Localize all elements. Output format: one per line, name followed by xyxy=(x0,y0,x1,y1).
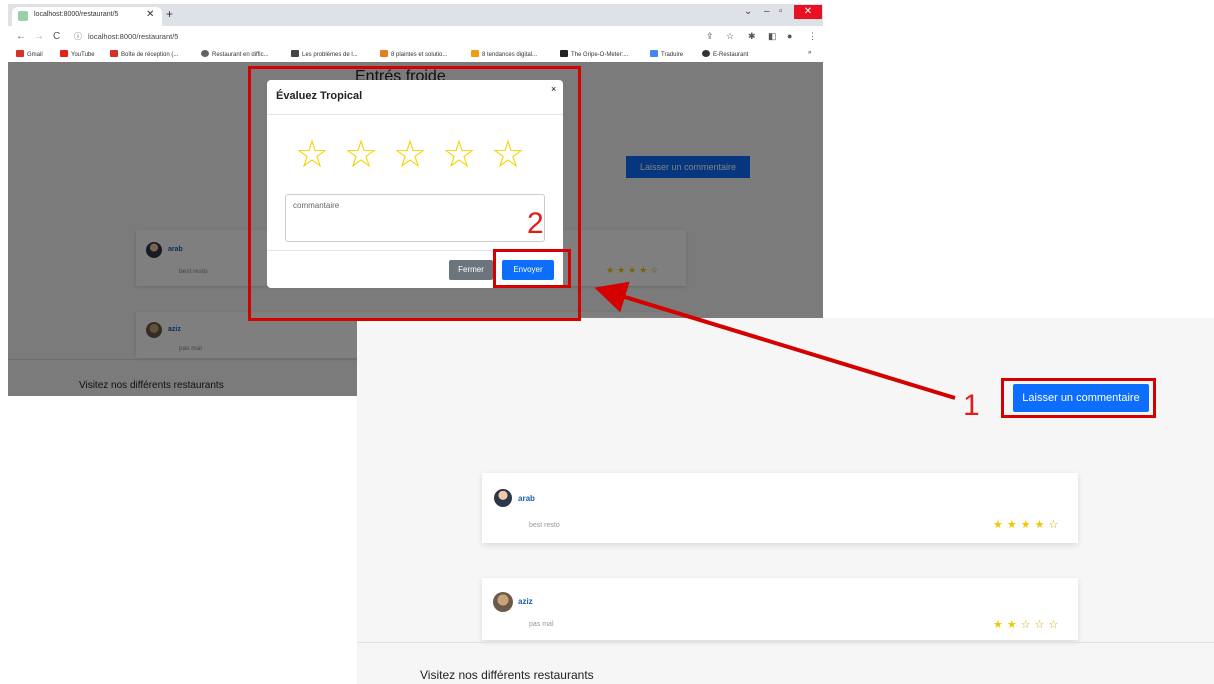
annotation-arrow xyxy=(594,281,956,400)
arrow-line xyxy=(594,281,956,400)
